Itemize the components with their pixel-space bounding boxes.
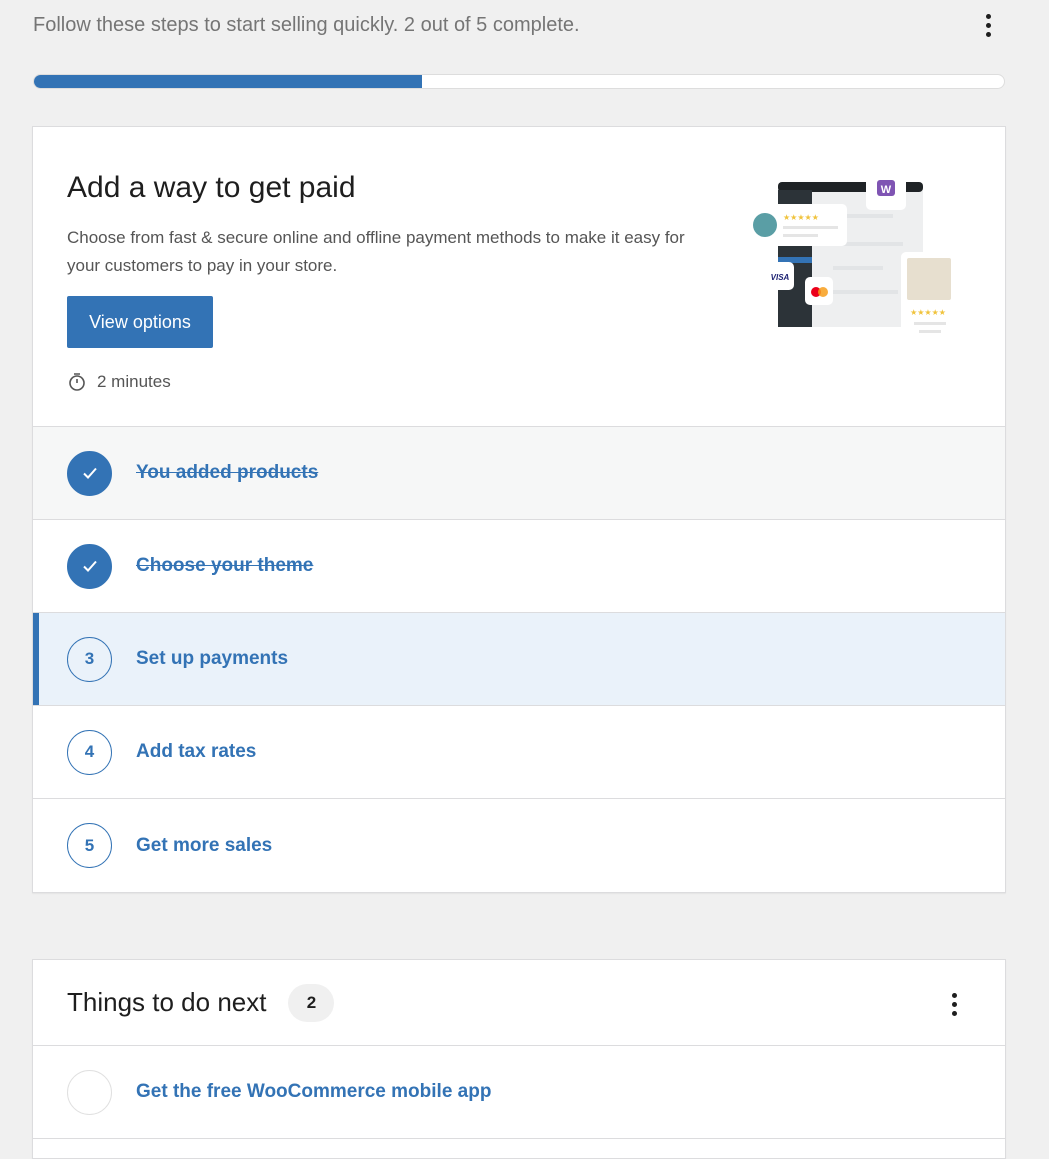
svg-text:★★★★★: ★★★★★ bbox=[910, 308, 946, 317]
task-step-4[interactable]: 4 Add tax rates bbox=[33, 706, 1005, 799]
setup-progress-bar bbox=[33, 74, 1005, 89]
step-label: Add tax rates bbox=[136, 741, 257, 762]
setup-task-list: Add a way to get paid Choose from fast &… bbox=[32, 126, 1006, 893]
payments-illustration: W ★★★★★ VISA ★★★★★ bbox=[743, 170, 959, 342]
woo-logo: W bbox=[881, 184, 892, 196]
step-number: 3 bbox=[67, 636, 112, 682]
list-item[interactable]: Get the free WooCommerce mobile app bbox=[33, 1046, 1005, 1139]
stopwatch-icon bbox=[69, 373, 85, 391]
task-label: Get the free WooCommerce mobile app bbox=[136, 1081, 492, 1102]
step-label: Get more sales bbox=[136, 834, 273, 856]
kebab-vertical-icon[interactable] bbox=[976, 10, 1000, 40]
task-step-5[interactable]: 5 Get more sales bbox=[33, 799, 1005, 892]
things-to-do-title: Things to do next bbox=[67, 987, 267, 1017]
checkmark-icon bbox=[67, 450, 112, 496]
view-options-button[interactable]: View options bbox=[67, 296, 213, 348]
things-to-do-next: Things to do next 2 Get the free WooComm… bbox=[32, 959, 1006, 1159]
step-label: Set up payments bbox=[136, 648, 289, 669]
task-time-label: 2 minutes bbox=[97, 372, 171, 391]
visa-logo: VISA bbox=[771, 273, 790, 282]
step-number: 4 bbox=[67, 729, 112, 775]
task-hero: Add a way to get paid Choose from fast &… bbox=[33, 127, 1005, 427]
step-number: 5 bbox=[67, 823, 112, 868]
step-label: You added products bbox=[136, 462, 319, 483]
task-step-3[interactable]: 3 Set up payments bbox=[33, 613, 1005, 706]
task-step-1[interactable]: You added products bbox=[33, 427, 1005, 520]
task-description: Choose from fast & secure online and off… bbox=[67, 228, 685, 275]
task-status-icon bbox=[67, 1069, 112, 1115]
kebab-vertical-icon[interactable] bbox=[942, 989, 966, 1019]
progress-fill bbox=[34, 75, 422, 88]
task-step-2[interactable]: Choose your theme bbox=[33, 520, 1005, 613]
step-label: Choose your theme bbox=[136, 555, 314, 576]
task-count-badge: 2 bbox=[288, 983, 335, 1022]
svg-text:★★★★★: ★★★★★ bbox=[783, 213, 819, 222]
task-title: Add a way to get paid bbox=[67, 171, 356, 204]
checkmark-icon bbox=[67, 543, 112, 589]
task-time: 2 minutes bbox=[67, 372, 171, 392]
setup-intro-text: Follow these steps to start selling quic… bbox=[33, 14, 580, 36]
